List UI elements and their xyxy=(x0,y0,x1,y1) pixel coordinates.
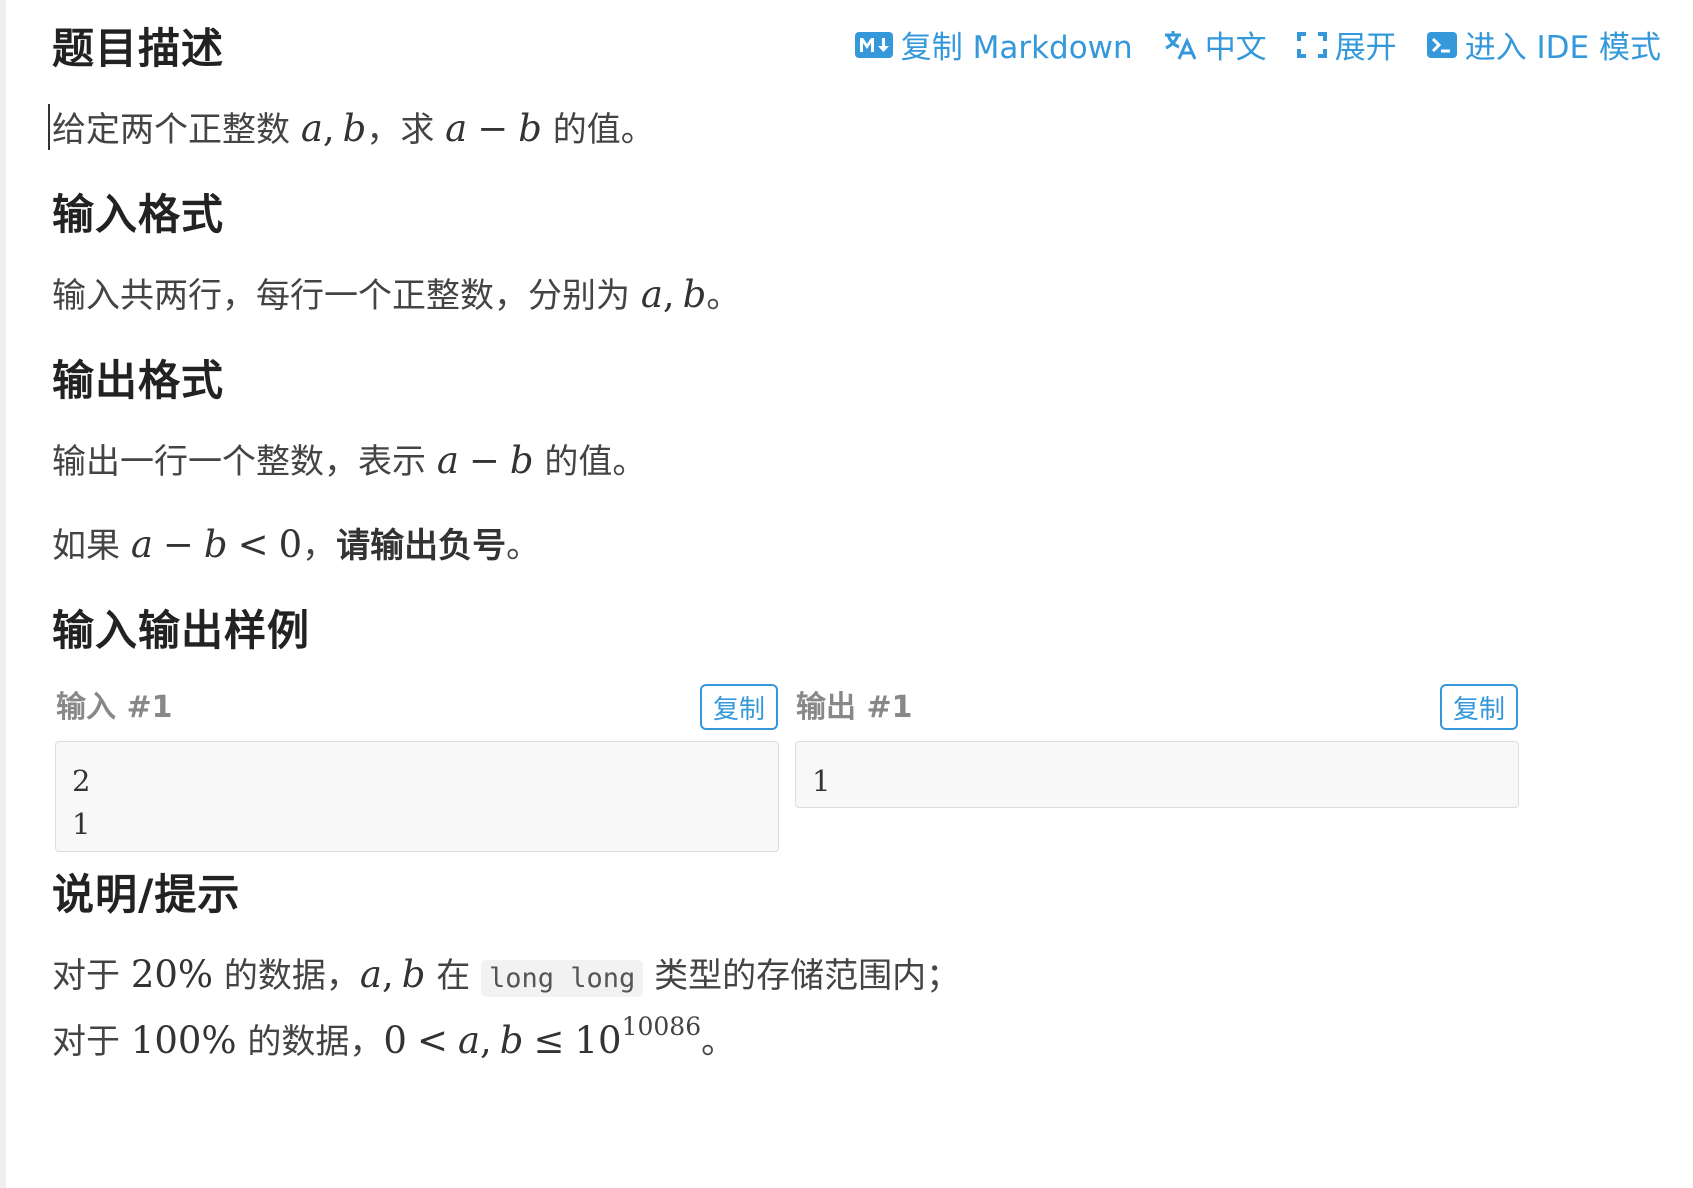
copy-markdown-button[interactable]: 复制 Markdown xyxy=(854,22,1133,67)
math-zero: 0 xyxy=(278,523,303,566)
hint-percent-20: 20% xyxy=(130,953,214,996)
math-var-b: b xyxy=(203,523,228,566)
math-minus: − xyxy=(477,107,509,150)
math-var-a: a xyxy=(300,107,323,150)
heading-output-format: 输出格式 xyxy=(52,356,225,405)
math-minus: − xyxy=(162,523,194,566)
math-var-b: b xyxy=(509,439,534,482)
heading-samples: 输入输出样例 xyxy=(52,606,311,655)
math-less-than: < xyxy=(237,523,269,566)
math-var-b: b xyxy=(499,1019,524,1062)
output-format-if: 如果 xyxy=(52,526,120,566)
sample-output-box[interactable]: 1 xyxy=(795,741,1519,808)
hint-percent-100: 100% xyxy=(130,1019,237,1062)
output-format-line2: 如果 a − b <0，请输出负号。 xyxy=(52,522,540,569)
expand-button[interactable]: 展开 xyxy=(1296,22,1397,67)
description-suffix: 的值。 xyxy=(552,110,655,150)
math-var-a: a xyxy=(457,1019,481,1062)
hint-mid: 的数据， xyxy=(247,1022,384,1062)
heading-hint: 说明/提示 xyxy=(52,870,241,919)
output-format-bold-note: 请输出负号 xyxy=(336,526,507,566)
math-minus: − xyxy=(468,439,500,482)
description-prefix: 给定两个正整数 xyxy=(52,110,290,150)
heading-description: 题目描述 xyxy=(52,24,225,73)
terminal-icon xyxy=(1426,31,1457,58)
input-format-suffix: 。 xyxy=(706,276,741,316)
input-format-prefix: 输入共两行，每行一个正整数，分别为 xyxy=(52,276,630,316)
math-less-than: < xyxy=(416,1019,448,1062)
left-border xyxy=(0,0,6,1188)
math-var-b: b xyxy=(342,107,367,150)
math-less-equal: ≤ xyxy=(533,1019,565,1062)
output-format-period: 。 xyxy=(506,526,541,566)
description-mid: ，求 xyxy=(366,110,435,150)
ide-mode-button[interactable]: 进入 IDE 模式 xyxy=(1426,22,1661,67)
math-var-a: a xyxy=(640,273,663,316)
math-comma: , xyxy=(480,1019,492,1062)
math-var-b: b xyxy=(518,107,542,150)
hint-in: 在 xyxy=(436,956,471,996)
description-text: 给定两个正整数 a, b，求 a − b 的值。 xyxy=(52,106,655,153)
translate-icon xyxy=(1164,30,1197,60)
text-caret xyxy=(48,104,50,150)
math-var-a: a xyxy=(445,107,468,150)
language-toggle[interactable]: 中文 xyxy=(1163,22,1267,67)
hint-suffix: 类型的存储范围内； xyxy=(654,956,961,996)
math-var-b: b xyxy=(401,953,426,996)
math-comma: , xyxy=(381,953,394,996)
math-exponent: 10086 xyxy=(621,1012,702,1041)
math-zero: 0 xyxy=(383,1019,407,1062)
language-label: 中文 xyxy=(1204,30,1267,66)
sample-input-box[interactable]: 2 1 xyxy=(55,741,779,852)
expand-label: 展开 xyxy=(1334,30,1397,66)
copy-input-button[interactable]: 复制 xyxy=(700,684,778,730)
copy-markdown-label: 复制 Markdown xyxy=(900,30,1133,66)
hint-prefix: 对于 xyxy=(52,1022,120,1062)
markdown-icon xyxy=(854,31,893,58)
copy-output-button[interactable]: 复制 xyxy=(1440,684,1518,730)
problem-toolbar: 复制 Markdown 中文 展开 进入 IDE 模式 xyxy=(854,22,1661,67)
math-var-a: a xyxy=(359,953,382,996)
hint-prefix: 对于 xyxy=(52,956,120,996)
output-format-suffix: 的值。 xyxy=(544,442,647,482)
math-comma: , xyxy=(322,107,335,150)
hint-period: 。 xyxy=(701,1022,736,1062)
hint-line1: 对于 20% 的数据，a, b 在 long long 类型的存储范围内； xyxy=(52,952,960,1002)
output-format-line1: 输出一行一个整数，表示 a − b 的值。 xyxy=(52,438,646,485)
hint-line2: 对于 100% 的数据，0 < a, b ≤1010086。 xyxy=(52,1004,735,1065)
hint-mid: 的数据， xyxy=(223,956,360,996)
math-var-b: b xyxy=(682,273,707,316)
input-format-text: 输入共两行，每行一个正整数，分别为 a, b。 xyxy=(52,272,740,319)
ide-mode-label: 进入 IDE 模式 xyxy=(1464,30,1661,66)
output-format-comma: ， xyxy=(302,526,337,566)
math-base-10: 10 xyxy=(574,1019,622,1062)
inline-code-long-long: long long xyxy=(481,960,644,997)
output-format-prefix: 输出一行一个整数，表示 xyxy=(52,442,426,482)
math-var-a: a xyxy=(436,439,459,482)
sample-input-label: 输入 #1 xyxy=(56,690,173,725)
heading-input-format: 输入格式 xyxy=(52,190,225,239)
expand-icon xyxy=(1296,31,1327,58)
math-comma: , xyxy=(662,273,675,316)
sample-output-label: 输出 #1 xyxy=(796,690,913,725)
math-var-a: a xyxy=(130,523,153,566)
